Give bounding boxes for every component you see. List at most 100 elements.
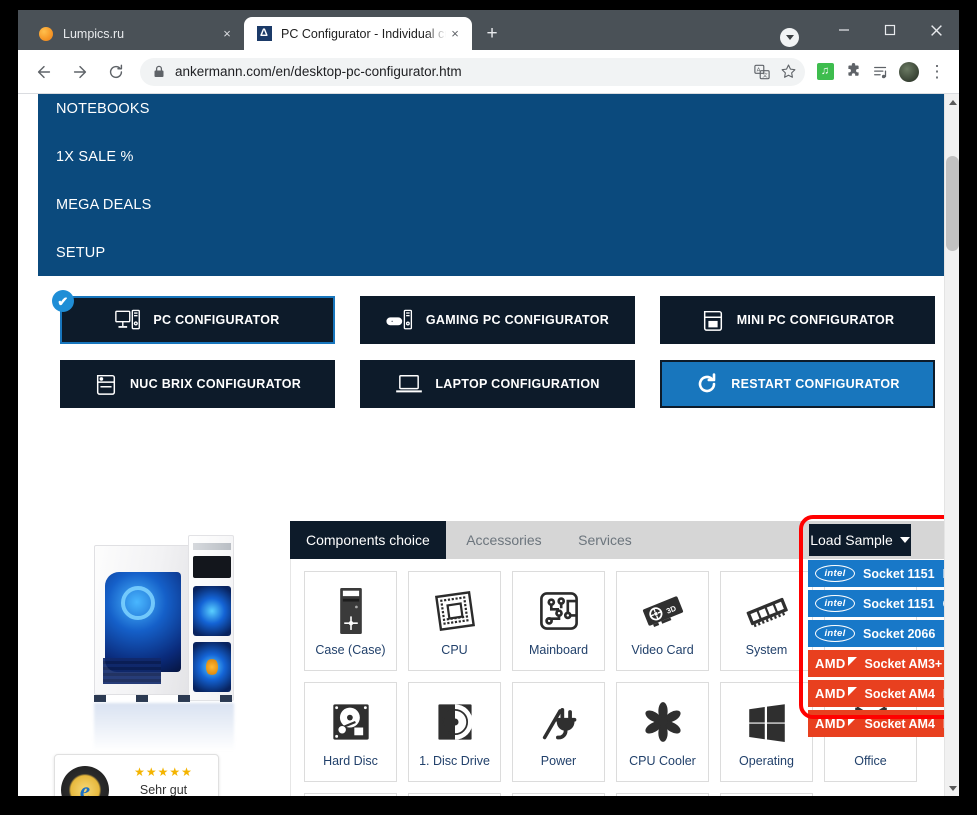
tab-services[interactable]: Services (562, 521, 648, 559)
music-extension-icon[interactable]: ♫ (811, 57, 839, 87)
profile-avatar-icon[interactable] (895, 57, 923, 87)
trusted-shops-badge[interactable]: e ★★★★★ Sehr gut 4.82/5.00 Käuferschutz (54, 754, 219, 796)
scrollbar-thumb[interactable] (946, 156, 959, 251)
product-image[interactable] (56, 527, 271, 751)
maximize-button[interactable] (867, 10, 913, 50)
translate-icon[interactable]: A文 (749, 59, 775, 85)
sidebar-item-sale[interactable]: 1X SALE % (38, 149, 134, 165)
sample-item-amd-am3-ba[interactable]: AMD Socket AM3+ Ba (808, 650, 944, 677)
intel-logo-icon: intel (815, 565, 855, 582)
component-label: Operating (739, 754, 794, 768)
laptop-icon (395, 373, 423, 395)
sample-item-intel-2066-ba[interactable]: intel Socket 2066 Ba (808, 620, 944, 647)
close-icon[interactable]: × (446, 25, 464, 43)
extensions-puzzle-icon[interactable] (839, 57, 867, 87)
component-soundcard[interactable]: Soundcard (616, 793, 709, 796)
chevron-down-icon (899, 537, 910, 543)
component-label: Hard Disc (323, 754, 378, 768)
button-label: PC CONFIGURATOR (153, 313, 280, 327)
component-label: Mainboard (528, 643, 589, 657)
address-bar[interactable]: ankermann.com/en/desktop-pc-configurator… (140, 57, 805, 86)
sidebar-item-notebooks[interactable]: NOTEBOOKS (38, 101, 150, 117)
restart-configurator-button[interactable]: RESTART CONFIGURATOR (660, 360, 935, 408)
rating-stars: ★★★★★ (134, 765, 193, 779)
minimize-button[interactable] (821, 10, 867, 50)
load-sample-dropdown-button[interactable]: Load Sample (809, 524, 911, 556)
forward-icon[interactable] (65, 57, 95, 87)
component-card[interactable]: Card (304, 793, 397, 796)
reload-icon[interactable] (101, 57, 131, 87)
component-label: Video Card (631, 643, 694, 657)
tab-accessories[interactable]: Accessories (450, 521, 557, 559)
browser-tab-lumpics[interactable]: Lumpics.ru × (26, 17, 244, 50)
reading-list-icon[interactable] (867, 57, 895, 87)
button-label: NUC BRIX CONFIGURATOR (129, 377, 302, 391)
component-label: 1. Disc Drive (419, 754, 490, 768)
component-case[interactable]: Case (Case) (304, 571, 397, 671)
component-cpu[interactable]: CPU (408, 571, 501, 671)
chrome-menu-icon[interactable]: ⋮ (923, 57, 951, 87)
chevron-down-icon[interactable] (780, 27, 799, 47)
tab-components-choice[interactable]: Components choice (290, 521, 446, 559)
check-icon: ✔ (52, 290, 74, 312)
component-hard-disc[interactable]: Hard Disc (304, 682, 397, 782)
component-power[interactable]: Power (512, 682, 605, 782)
component-disc-drive[interactable]: 1. Disc Drive (408, 682, 501, 782)
scroll-down-arrow-icon[interactable] (945, 780, 959, 796)
component-lan-card[interactable]: LAN Card (720, 793, 813, 796)
sample-item-intel-1151-ba[interactable]: intel Socket 1151 Ba (808, 560, 944, 587)
bookmark-star-icon[interactable] (775, 59, 801, 85)
sample-name: Ba (943, 567, 944, 581)
browser-toolbar: ankermann.com/en/desktop-pc-configurator… (18, 50, 959, 94)
windows-icon (739, 694, 795, 750)
page-scrollbar[interactable] (944, 94, 959, 796)
component-label: Office (854, 754, 887, 768)
component-cpu-cooler[interactable]: CPU Cooler (616, 682, 709, 782)
back-icon[interactable] (29, 57, 59, 87)
mini-pc-configurator-button[interactable]: MINI PC CONFIGURATOR (660, 296, 935, 344)
browser-window: Lumpics.ru × Δ PC Configurator - Individ… (18, 10, 959, 796)
component-cardreader[interactable]: Cardreader (408, 793, 501, 796)
new-tab-button[interactable]: + (478, 19, 506, 47)
intel-logo-icon: intel (815, 625, 855, 642)
sample-socket: Socket AM3+ (864, 656, 943, 671)
page-content: NOTEBOOKS 1X SALE % MEGA DEALS SETUP ✔ P… (18, 94, 944, 796)
component-operating-system[interactable]: Operating (720, 682, 813, 782)
sidebar-item-setup[interactable]: SETUP (38, 245, 105, 261)
url-text: ankermann.com/en/desktop-pc-configurator… (175, 64, 462, 79)
nuc-brix-configurator-button[interactable]: NUC BRIX CONFIGURATOR (60, 360, 335, 408)
button-label: MINI PC CONFIGURATOR (736, 313, 895, 327)
sample-socket: Socket AM4 (864, 686, 935, 701)
mini-pc-icon (701, 308, 725, 332)
sample-name: Ba (943, 687, 944, 701)
component-mainboard[interactable]: Mainboard (512, 571, 605, 671)
close-icon[interactable]: × (218, 25, 236, 43)
load-sample-menu: intel Socket 1151 Ba intel Socket 1151 G… (808, 560, 944, 740)
sample-item-intel-1151-gam[interactable]: intel Socket 1151 Gam (808, 590, 944, 617)
mainboard-icon (531, 583, 587, 639)
browser-tab-pc-configurator[interactable]: Δ PC Configurator - Individual cust × (244, 17, 472, 50)
gaming-pc-configurator-button[interactable]: GAMING PC CONFIGURATOR (360, 296, 635, 344)
sample-socket: Socket 1151 (863, 596, 935, 611)
component-system[interactable]: System (720, 571, 813, 671)
pc-configurator-button[interactable]: ✔ PC CONFIGURATOR (52, 290, 335, 344)
desktop-tower-icon (115, 309, 141, 331)
ram-module-icon (739, 583, 795, 639)
component-wlan-unit[interactable]: W-LAN Unit (512, 793, 605, 796)
component-video-card[interactable]: 3D Video Card (616, 571, 709, 671)
sidebar-item-mega-deals[interactable]: MEGA DEALS (38, 197, 151, 213)
scroll-up-arrow-icon[interactable] (945, 94, 959, 110)
configurator-row-2: NUC BRIX CONFIGURATOR LAPTOP CONFIGURATI… (60, 360, 944, 408)
sample-socket: Socket 1151 (863, 566, 935, 581)
cpu-chip-icon (427, 583, 483, 639)
laptop-configuration-button[interactable]: LAPTOP CONFIGURATION (360, 360, 635, 408)
amd-logo-icon: AMD (815, 686, 857, 701)
close-window-button[interactable] (913, 10, 959, 50)
gamepad-tower-icon (386, 309, 414, 331)
sample-item-amd-am4-ba[interactable]: AMD Socket AM4 Ba (808, 680, 944, 707)
rating-label: Sehr gut (139, 783, 188, 796)
sample-socket: Socket AM4 (864, 716, 935, 731)
lock-icon (153, 65, 165, 78)
tab-title: PC Configurator - Individual cust (281, 26, 446, 41)
sample-item-amd-am4-ry[interactable]: AMD Socket AM4 Ry (808, 710, 944, 737)
